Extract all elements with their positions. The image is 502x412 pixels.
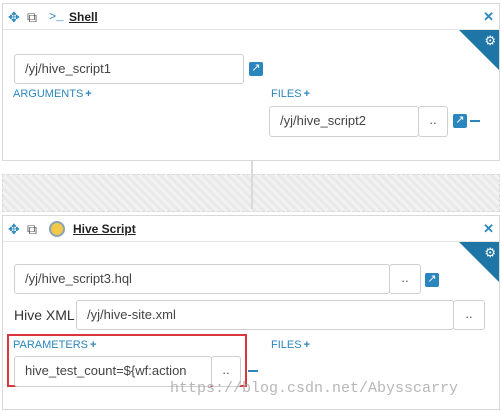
plus-icon: + (303, 88, 311, 100)
shell-file-input[interactable]: /yj/hive_script2 (269, 106, 419, 137)
move-icon[interactable]: ✥ (8, 10, 20, 24)
remove-parameter-icon[interactable] (248, 370, 258, 372)
parameters-label: PARAMETERS (13, 339, 88, 351)
browse-button[interactable]: .. (453, 300, 485, 330)
open-external-icon[interactable]: ↗ (453, 114, 467, 128)
shell-title[interactable]: Shell (69, 10, 98, 24)
plus-icon: + (89, 339, 97, 351)
open-external-icon[interactable]: ↗ (425, 273, 439, 287)
shell-icon: >_ (49, 10, 64, 24)
add-argument-link[interactable]: ARGUMENTS + (13, 88, 92, 100)
hive-card-header: ✥ ⧉ Hive Script ✕ (3, 216, 499, 242)
shell-action-card: ✥ ⧉ >_ Shell ✕ ⚙ /yj/hive_script1 ↗ ARGU… (2, 3, 500, 161)
shell-script-input[interactable]: /yj/hive_script1 (14, 54, 244, 84)
close-icon[interactable]: ✕ (483, 9, 494, 25)
plus-icon: + (85, 88, 92, 100)
add-file-link[interactable]: FILES + (271, 339, 310, 351)
hive-xml-input[interactable]: /yj/hive-site.xml (76, 300, 454, 330)
gear-icon[interactable]: ⚙ (484, 245, 496, 261)
add-file-link[interactable]: FILES + (271, 88, 310, 100)
hive-title[interactable]: Hive Script (73, 222, 136, 236)
files-label: FILES (271, 339, 302, 351)
files-label: FILES (271, 88, 302, 100)
add-parameter-link[interactable]: PARAMETERS + (13, 339, 96, 351)
close-icon[interactable]: ✕ (483, 221, 494, 237)
browse-button[interactable]: .. (389, 264, 421, 294)
hive-xml-label: Hive XML (14, 307, 75, 323)
remove-file-icon[interactable] (470, 120, 480, 122)
watermark-text: https://blog.csdn.net/Abysscarry (170, 380, 459, 397)
gear-icon[interactable]: ⚙ (484, 33, 496, 49)
open-external-icon[interactable]: ↗ (249, 62, 263, 76)
hive-script-input[interactable]: /yj/hive_script3.hql (14, 264, 390, 294)
copy-icon[interactable]: ⧉ (27, 222, 37, 236)
connector-line (251, 161, 253, 209)
browse-button[interactable]: .. (418, 106, 448, 137)
move-icon[interactable]: ✥ (8, 222, 20, 236)
arguments-label: ARGUMENTS (13, 88, 84, 100)
hive-logo-icon (49, 221, 65, 237)
plus-icon: + (303, 339, 311, 351)
shell-card-header: ✥ ⧉ >_ Shell ✕ (3, 4, 499, 30)
copy-icon[interactable]: ⧉ (27, 10, 37, 24)
